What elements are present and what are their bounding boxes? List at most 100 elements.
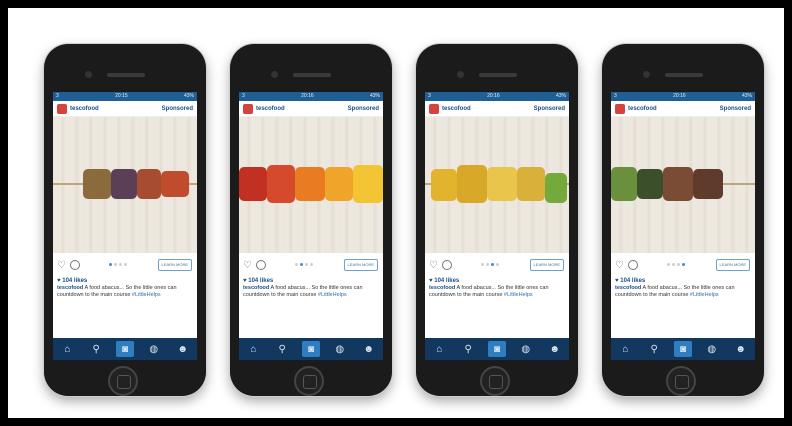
carousel-dot — [109, 263, 112, 266]
carousel-dot — [295, 263, 298, 266]
home-icon[interactable]: ⌂ — [58, 341, 76, 357]
post-caption: tescofood A food abacus... So the little… — [611, 285, 755, 307]
activity-icon[interactable]: ◍ — [517, 341, 535, 357]
tab-bar: ⌂ ⚲ ◙ ◍ ☻ — [425, 338, 569, 360]
hashtag-link[interactable]: #LittleHelps — [318, 292, 347, 298]
tesco-avatar[interactable] — [429, 103, 439, 114]
home-icon[interactable]: ⌂ — [616, 341, 634, 357]
post-photo[interactable] — [611, 117, 755, 253]
learn-more-button[interactable]: LEARN MORE — [529, 259, 564, 271]
heart-icon[interactable]: ♡ — [243, 260, 252, 271]
home-square — [117, 375, 131, 389]
sponsored-label[interactable]: Sponsored — [348, 106, 379, 112]
post-caption: tescofood A food abacus... So the little… — [425, 285, 569, 307]
activity-icon[interactable]: ◍ — [703, 341, 721, 357]
post-actions: ♡ LEARN MORE — [53, 253, 197, 277]
home-button[interactable] — [666, 366, 696, 396]
caption-user[interactable]: tescofood — [57, 285, 83, 291]
search-icon[interactable]: ⚲ — [645, 341, 663, 357]
instagram-screen-1: 3 20:15 43% tescofood Sponsored ♡ LEARN … — [53, 92, 197, 360]
camera-icon[interactable]: ◙ — [115, 341, 134, 357]
caption-user[interactable]: tescofood — [243, 285, 269, 291]
activity-icon[interactable]: ◍ — [145, 341, 163, 357]
comment-icon[interactable] — [627, 260, 638, 270]
carousel-dots — [295, 263, 313, 266]
post-header: tescofood Sponsored — [611, 101, 755, 117]
search-icon[interactable]: ⚲ — [459, 341, 477, 357]
heart-icon[interactable]: ♡ — [615, 260, 624, 271]
tesco-avatar[interactable] — [243, 103, 253, 114]
veg-piece — [161, 171, 189, 197]
comment-icon[interactable] — [69, 260, 80, 270]
home-button[interactable] — [108, 366, 138, 396]
likes-count: ♥ 104 likes — [57, 278, 88, 284]
profile-icon[interactable]: ☻ — [732, 341, 750, 357]
veg-piece — [517, 167, 545, 201]
learn-more-button[interactable]: LEARN MORE — [157, 259, 192, 271]
caption-user[interactable]: tescofood — [429, 285, 455, 291]
home-square — [675, 375, 689, 389]
heart-icon[interactable]: ♡ — [57, 260, 66, 271]
carousel-dot — [481, 263, 484, 266]
heart-icon[interactable]: ♡ — [429, 260, 438, 271]
carousel-dot — [677, 263, 680, 266]
comment-icon[interactable] — [255, 260, 266, 270]
camera-icon[interactable]: ◙ — [673, 341, 692, 357]
account-name[interactable]: tescofood — [628, 106, 720, 112]
carousel-dots — [109, 263, 127, 266]
hashtag-link[interactable]: #LittleHelps — [132, 292, 161, 298]
learn-more-button[interactable]: LEARN MORE — [343, 259, 378, 271]
veg-piece — [611, 167, 637, 201]
post-photo[interactable] — [53, 117, 197, 253]
sponsored-label[interactable]: Sponsored — [534, 106, 565, 112]
tesco-avatar[interactable] — [615, 103, 625, 114]
home-button[interactable] — [294, 366, 324, 396]
carousel-dot — [682, 263, 685, 266]
home-button[interactable] — [480, 366, 510, 396]
hashtag-link[interactable]: #LittleHelps — [504, 292, 533, 298]
iphone-1: 3 20:15 43% tescofood Sponsored ♡ LEARN … — [44, 44, 206, 396]
veg-piece — [137, 169, 161, 199]
tesco-avatar[interactable] — [57, 103, 67, 114]
carousel-dot — [124, 263, 127, 266]
status-bar: 3 20:15 43% — [53, 92, 197, 101]
comment-icon[interactable] — [441, 260, 452, 270]
battery-label: 43% — [555, 93, 566, 99]
activity-icon[interactable]: ◍ — [331, 341, 349, 357]
veg-piece — [487, 167, 517, 201]
sponsored-label[interactable]: Sponsored — [720, 106, 751, 112]
carousel-dot — [491, 263, 494, 266]
sponsored-label[interactable]: Sponsored — [162, 106, 193, 112]
account-name[interactable]: tescofood — [256, 106, 348, 112]
post-header: tescofood Sponsored — [425, 101, 569, 117]
hashtag-link[interactable]: #LittleHelps — [690, 292, 719, 298]
carousel-dot — [119, 263, 122, 266]
search-icon[interactable]: ⚲ — [87, 341, 105, 357]
camera-icon[interactable]: ◙ — [487, 341, 506, 357]
profile-icon[interactable]: ☻ — [546, 341, 564, 357]
account-name[interactable]: tescofood — [442, 106, 534, 112]
likes-count: ♥ 104 likes — [243, 278, 274, 284]
likes-count: ♥ 104 likes — [615, 278, 646, 284]
carousel-dot — [672, 263, 675, 266]
veg-piece — [545, 173, 567, 203]
clock-label: 20:15 — [115, 93, 128, 99]
camera-icon[interactable]: ◙ — [301, 341, 320, 357]
home-icon[interactable]: ⌂ — [244, 341, 262, 357]
earpiece-speaker — [479, 73, 517, 77]
carrier-label: 3 — [242, 93, 245, 99]
profile-icon[interactable]: ☻ — [360, 341, 378, 357]
clock-label: 20:16 — [301, 93, 314, 99]
caption-user[interactable]: tescofood — [615, 285, 641, 291]
profile-icon[interactable]: ☻ — [174, 341, 192, 357]
search-icon[interactable]: ⚲ — [273, 341, 291, 357]
post-photo[interactable] — [425, 117, 569, 253]
carrier-label: 3 — [56, 93, 59, 99]
tab-bar: ⌂ ⚲ ◙ ◍ ☻ — [53, 338, 197, 360]
learn-more-button[interactable]: LEARN MORE — [715, 259, 750, 271]
battery-label: 43% — [369, 93, 380, 99]
account-name[interactable]: tescofood — [70, 106, 162, 112]
home-icon[interactable]: ⌂ — [430, 341, 448, 357]
post-photo[interactable] — [239, 117, 383, 253]
veg-piece — [637, 169, 663, 199]
